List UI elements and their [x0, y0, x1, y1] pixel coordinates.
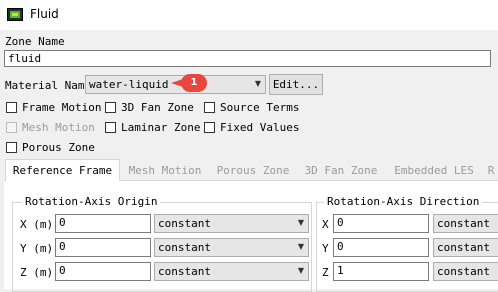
- direction-x-input[interactable]: 0: [333, 214, 429, 233]
- direction-z-method-dropdown[interactable]: constant: [433, 262, 498, 281]
- origin-y-input[interactable]: 0: [55, 238, 151, 257]
- tab-embedded-les[interactable]: Embedded LES: [386, 162, 482, 180]
- direction-z-method-value: constant: [437, 265, 490, 278]
- direction-z-value: 1: [337, 264, 344, 277]
- fixed-values-checkbox[interactable]: [204, 122, 215, 133]
- origin-y-method-value: constant: [158, 241, 211, 254]
- fixed-values-label: Fixed Values: [220, 121, 300, 134]
- origin-y-method-dropdown[interactable]: constant ▼: [154, 238, 309, 257]
- material-value: water-liquid: [89, 78, 169, 91]
- 3d-fan-zone-checkbox[interactable]: [105, 102, 116, 113]
- direction-y-label: Y: [322, 242, 329, 255]
- origin-z-label: Z (m): [20, 266, 54, 279]
- origin-x-method-value: constant: [158, 217, 211, 230]
- frame-motion-checkbox[interactable]: [6, 102, 17, 113]
- direction-y-input[interactable]: 0: [333, 238, 429, 257]
- tab-overflow[interactable]: R: [484, 162, 498, 180]
- origin-x-value: 0: [59, 216, 66, 229]
- source-terms-label: Source Terms: [220, 101, 300, 114]
- porous-zone-label: Porous Zone: [22, 141, 95, 154]
- reference-frame-panel: Rotation-Axis Origin X (m) 0 constant ▼ …: [4, 181, 498, 292]
- direction-y-method-value: constant: [437, 241, 490, 254]
- zone-name-label: Zone Name: [5, 35, 65, 48]
- mesh-motion-checkbox: [6, 122, 17, 133]
- title-bar: Fluid: [0, 0, 498, 30]
- rotation-axis-direction-title: Rotation-Axis Direction: [324, 195, 483, 208]
- direction-z-label: Z: [322, 266, 329, 279]
- window-title: Fluid: [30, 7, 59, 21]
- direction-y-value: 0: [337, 240, 344, 253]
- origin-x-method-dropdown[interactable]: constant ▼: [154, 214, 309, 233]
- chevron-down-icon: ▼: [254, 79, 261, 88]
- direction-x-label: X: [322, 218, 329, 231]
- material-name-label: Material Name: [5, 79, 92, 92]
- origin-x-label: X (m): [20, 218, 54, 231]
- laminar-zone-checkbox[interactable]: [105, 122, 116, 133]
- chevron-down-icon: ▼: [297, 218, 304, 227]
- fluent-app-icon: [7, 8, 23, 21]
- tab-porous-zone[interactable]: Porous Zone: [210, 162, 296, 180]
- rotation-axis-origin-title: Rotation-Axis Origin: [22, 195, 161, 208]
- origin-x-input[interactable]: 0: [55, 214, 151, 233]
- mesh-motion-label: Mesh Motion: [22, 121, 95, 134]
- chevron-down-icon: ▼: [297, 266, 304, 275]
- callout-badge: 1: [181, 74, 207, 92]
- edit-button[interactable]: Edit...: [269, 74, 323, 95]
- porous-zone-checkbox[interactable]: [6, 142, 17, 153]
- origin-z-input[interactable]: 0: [55, 262, 151, 281]
- laminar-zone-label: Laminar Zone: [121, 121, 201, 134]
- origin-y-label: Y (m): [20, 242, 54, 255]
- tab-reference-frame[interactable]: Reference Frame: [5, 159, 120, 181]
- tab-mesh-motion[interactable]: Mesh Motion: [122, 162, 208, 180]
- zone-name-input[interactable]: fluid: [4, 50, 491, 67]
- chevron-down-icon: ▼: [297, 242, 304, 251]
- 3d-fan-zone-label: 3D Fan Zone: [121, 101, 194, 114]
- zone-name-value: fluid: [8, 52, 42, 65]
- direction-y-method-dropdown[interactable]: constant: [433, 238, 498, 257]
- tab-3d-fan-zone[interactable]: 3D Fan Zone: [298, 162, 384, 180]
- frame-motion-label: Frame Motion: [22, 101, 102, 114]
- source-terms-checkbox[interactable]: [204, 102, 215, 113]
- direction-x-method-value: constant: [437, 217, 490, 230]
- direction-x-method-dropdown[interactable]: constant: [433, 214, 498, 233]
- origin-y-value: 0: [59, 240, 66, 253]
- direction-x-value: 0: [337, 216, 344, 229]
- origin-z-method-dropdown[interactable]: constant ▼: [154, 262, 309, 281]
- direction-z-input[interactable]: 1: [333, 262, 429, 281]
- origin-z-method-value: constant: [158, 265, 211, 278]
- origin-z-value: 0: [59, 264, 66, 277]
